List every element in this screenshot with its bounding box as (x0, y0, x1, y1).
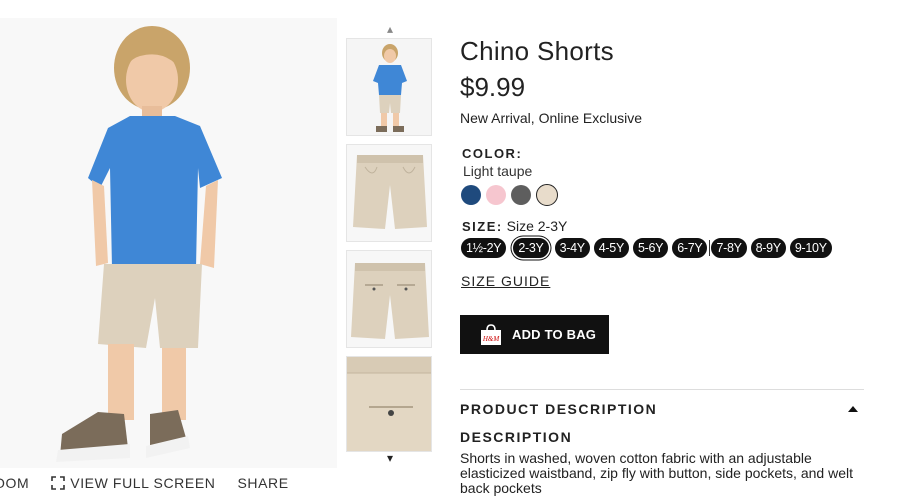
size-option[interactable]: 1½-2Y (461, 238, 507, 258)
share-label: SHARE (237, 475, 289, 491)
thumbnail-up-arrow-icon[interactable]: ▴ (383, 22, 397, 36)
shopping-bag-icon: H&M (481, 323, 501, 345)
size-options: 1½-2Y 2-3Y 3-4Y 4-5Y 5-6Y 6-7Y 7-8Y 8-9Y 9-10Y (461, 238, 870, 258)
caret-up-icon (848, 406, 858, 412)
size-option[interactable]: 5-6Y (633, 238, 669, 258)
color-swatch-light-taupe[interactable] (536, 184, 558, 206)
add-to-bag-label: ADD TO BAG (512, 327, 597, 342)
size-option[interactable]: 2-3Y (513, 238, 549, 258)
bag-logo-text: H&M (482, 335, 501, 343)
size-separator (709, 240, 711, 256)
fullscreen-label: VIEW FULL SCREEN (70, 475, 216, 491)
size-label: SIZE: (462, 219, 503, 234)
add-to-bag-button[interactable]: H&M ADD TO BAG (460, 315, 609, 354)
main-product-image[interactable] (0, 18, 337, 468)
selected-size-text: Size 2-3Y (506, 218, 568, 234)
thumbnail-shorts-front[interactable] (346, 144, 432, 242)
view-full-screen-button[interactable]: VIEW FULL SCREEN (51, 475, 215, 491)
color-swatch-navy-blue[interactable] (461, 185, 481, 205)
size-guide-link[interactable]: SIZE GUIDE (461, 273, 550, 289)
product-price: $9.99 (460, 72, 526, 102)
size-option[interactable]: 7-8Y (711, 238, 747, 258)
thumbnail-down-arrow-icon[interactable]: ▾ (383, 451, 397, 465)
section-divider (460, 389, 864, 390)
zoom-label: OOM (0, 475, 30, 491)
size-option[interactable]: 3-4Y (554, 238, 590, 258)
product-description-toggle[interactable]: PRODUCT DESCRIPTION (460, 401, 858, 417)
zoom-button[interactable]: OOM (0, 475, 29, 491)
color-label: COLOR: (462, 146, 523, 161)
size-option[interactable]: 6-7Y (672, 238, 708, 258)
thumbnail-pocket-detail[interactable] (346, 356, 432, 452)
thumbnail-model-front[interactable] (346, 38, 432, 136)
selected-color-name: Light taupe (463, 163, 533, 179)
product-info-panel: Chino Shorts $9.99 New Arrival, Online E… (460, 34, 870, 496)
fullscreen-icon (51, 476, 66, 490)
color-swatch-dark-gray[interactable] (511, 185, 531, 205)
thumbnail-shorts-back[interactable] (346, 250, 432, 348)
size-option[interactable]: 4-5Y (593, 238, 629, 258)
color-swatch-light-pink[interactable] (486, 185, 506, 205)
description-subheading: DESCRIPTION (460, 429, 573, 445)
color-swatches (461, 184, 870, 206)
size-option[interactable]: 9-10Y (789, 238, 832, 258)
description-text: Shorts in washed, woven cotton fabric wi… (460, 450, 853, 496)
size-option[interactable]: 8-9Y (750, 238, 786, 258)
share-button[interactable]: SHARE (237, 475, 288, 491)
product-description-title: PRODUCT DESCRIPTION (460, 401, 658, 417)
product-title: Chino Shorts (460, 36, 614, 66)
size-row: SIZE: Size 2-3Y (462, 218, 870, 234)
thumbnail-list (346, 38, 432, 460)
image-actions-bar: OOM VIEW FULL SCREEN SHARE (0, 473, 311, 493)
product-badges: New Arrival, Online Exclusive (460, 110, 643, 126)
